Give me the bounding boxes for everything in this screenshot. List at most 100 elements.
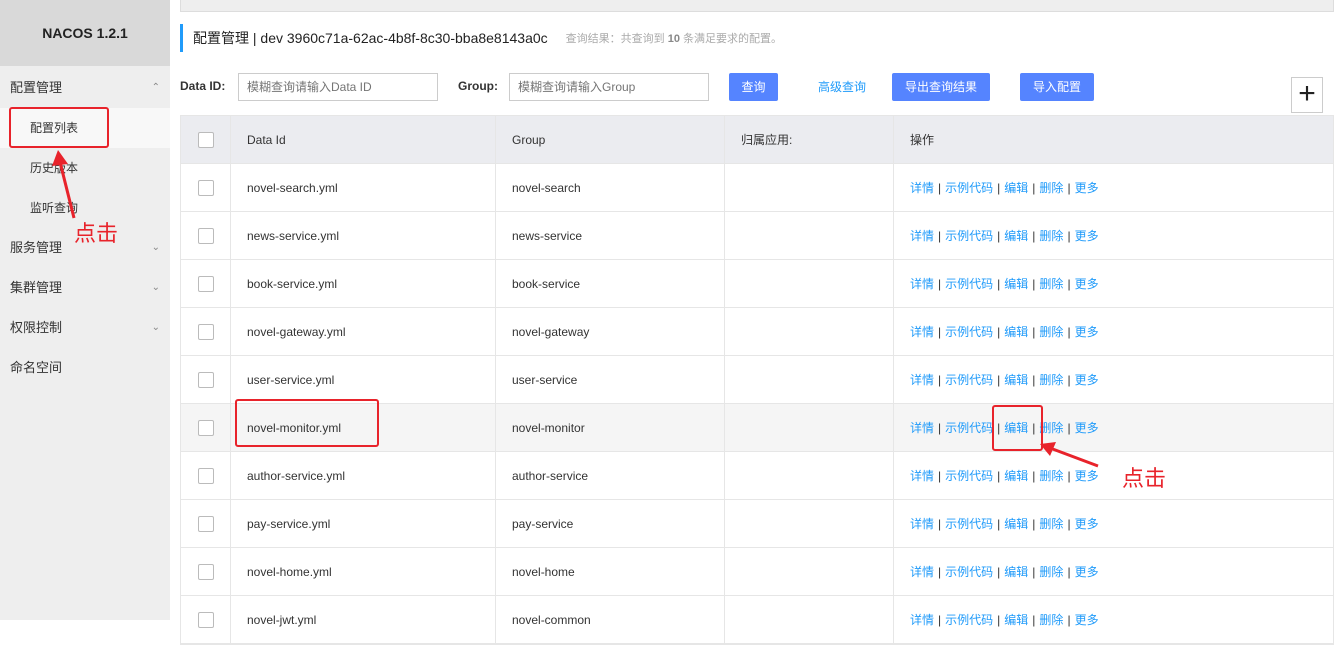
more-link[interactable]: 更多 xyxy=(1075,421,1099,435)
sample-code-link[interactable]: 示例代码 xyxy=(945,325,993,339)
edit-link[interactable]: 编辑 xyxy=(1004,613,1028,627)
sidebar: NACOS 1.2.1 配置管理 ⌃ 配置列表 历史版本 监听查询 服务管理 ⌄… xyxy=(0,0,170,620)
column-header: Data Id xyxy=(231,116,496,164)
sample-code-link[interactable]: 示例代码 xyxy=(945,469,993,483)
row-checkbox[interactable] xyxy=(197,468,214,484)
group-input[interactable] xyxy=(509,73,709,101)
detail-link[interactable]: 详情 xyxy=(910,373,934,387)
sample-code-link[interactable]: 示例代码 xyxy=(945,373,993,387)
app-cell xyxy=(725,548,894,596)
sample-code-link[interactable]: 示例代码 xyxy=(945,229,993,243)
more-link[interactable]: 更多 xyxy=(1075,517,1099,531)
delete-link[interactable]: 删除 xyxy=(1039,469,1063,483)
row-checkbox[interactable] xyxy=(197,372,214,388)
delete-link[interactable]: 删除 xyxy=(1039,565,1063,579)
sample-code-link[interactable]: 示例代码 xyxy=(945,421,993,435)
op-separator: | xyxy=(938,613,942,627)
more-link[interactable]: 更多 xyxy=(1075,325,1099,339)
more-link[interactable]: 更多 xyxy=(1075,565,1099,579)
detail-link[interactable]: 详情 xyxy=(910,421,934,435)
op-separator: | xyxy=(1067,613,1071,627)
op-separator: | xyxy=(1067,229,1071,243)
row-checkbox[interactable] xyxy=(197,516,214,532)
delete-link[interactable]: 删除 xyxy=(1039,373,1063,387)
operations-cell: 详情 | 示例代码 | 编辑 | 删除 | 更多 xyxy=(894,164,1333,212)
edit-link[interactable]: 编辑 xyxy=(1004,517,1028,531)
more-link[interactable]: 更多 xyxy=(1075,613,1099,627)
data-id-cell: news-service.yml xyxy=(231,212,496,260)
dataid-input[interactable] xyxy=(238,73,438,101)
detail-link[interactable]: 详情 xyxy=(910,229,934,243)
delete-link[interactable]: 删除 xyxy=(1039,325,1063,339)
add-config-button[interactable]: + xyxy=(1291,77,1323,113)
delete-link[interactable]: 删除 xyxy=(1039,229,1063,243)
export-button[interactable]: 导出查询结果 xyxy=(892,73,990,101)
more-link[interactable]: 更多 xyxy=(1075,277,1099,291)
op-separator: | xyxy=(938,565,942,579)
delete-link[interactable]: 删除 xyxy=(1039,613,1063,627)
delete-link[interactable]: 删除 xyxy=(1039,277,1063,291)
sample-code-link[interactable]: 示例代码 xyxy=(945,181,993,195)
annotation-click-label: 点击 xyxy=(74,221,119,246)
sample-code-link[interactable]: 示例代码 xyxy=(945,565,993,579)
query-button[interactable]: 查询 xyxy=(729,73,778,101)
advanced-query-link[interactable]: 高级查询 xyxy=(818,73,866,101)
sample-code-link[interactable]: 示例代码 xyxy=(945,517,993,531)
row-checkbox[interactable] xyxy=(197,612,214,628)
detail-link[interactable]: 详情 xyxy=(910,469,934,483)
data-id-cell: novel-jwt.yml xyxy=(231,596,496,644)
app-cell xyxy=(725,164,894,212)
page-title: 配置管理 | dev 3960c71a-62ac-4b8f-8c30-bba8e… xyxy=(193,30,548,46)
select-all-checkbox[interactable] xyxy=(197,132,214,148)
edit-link[interactable]: 编辑 xyxy=(1004,469,1028,483)
sidebar-item-history[interactable]: 历史版本 xyxy=(0,148,170,188)
edit-link[interactable]: 编辑 xyxy=(1004,229,1028,243)
row-select-cell xyxy=(181,596,231,644)
logo: NACOS 1.2.1 xyxy=(0,0,170,66)
chevron-down-icon: ⌄ xyxy=(151,282,160,293)
row-checkbox[interactable] xyxy=(197,228,214,244)
edit-link[interactable]: 编辑 xyxy=(1004,565,1028,579)
more-link[interactable]: 更多 xyxy=(1075,229,1099,243)
row-checkbox[interactable] xyxy=(197,180,214,196)
chevron-down-icon: ⌄ xyxy=(151,242,160,253)
edit-link[interactable]: 编辑 xyxy=(1004,277,1028,291)
row-checkbox[interactable] xyxy=(197,324,214,340)
detail-link[interactable]: 详情 xyxy=(910,325,934,339)
edit-link[interactable]: 编辑 xyxy=(1004,181,1028,195)
detail-link[interactable]: 详情 xyxy=(910,613,934,627)
row-checkbox[interactable] xyxy=(197,564,214,580)
row-select-cell xyxy=(181,500,231,548)
row-checkbox[interactable] xyxy=(197,276,214,292)
more-link[interactable]: 更多 xyxy=(1075,181,1099,195)
delete-link[interactable]: 删除 xyxy=(1039,517,1063,531)
more-link[interactable]: 更多 xyxy=(1075,469,1099,483)
menu-group-auth[interactable]: 权限控制 ⌄ xyxy=(0,308,170,348)
row-select-cell xyxy=(181,260,231,308)
detail-link[interactable]: 详情 xyxy=(910,565,934,579)
more-link[interactable]: 更多 xyxy=(1075,373,1099,387)
operations-cell: 详情 | 示例代码 | 编辑 | 删除 | 更多 xyxy=(894,452,1333,500)
op-separator: | xyxy=(1032,517,1036,531)
table-row: novel-search.yml novel-search 详情 | 示例代码 | 编辑 | 删… xyxy=(181,164,1333,212)
detail-link[interactable]: 详情 xyxy=(910,277,934,291)
detail-link[interactable]: 详情 xyxy=(910,517,934,531)
menu-group-cluster[interactable]: 集群管理 ⌄ xyxy=(0,268,170,308)
detail-link[interactable]: 详情 xyxy=(910,181,934,195)
delete-link[interactable]: 删除 xyxy=(1039,181,1063,195)
sample-code-link[interactable]: 示例代码 xyxy=(945,277,993,291)
menu-group-namespace[interactable]: 命名空间 xyxy=(0,348,170,388)
row-checkbox[interactable] xyxy=(197,420,214,436)
edit-link[interactable]: 编辑 xyxy=(1004,373,1028,387)
edit-link[interactable]: 编辑 xyxy=(1004,325,1028,339)
row-select-cell xyxy=(181,164,231,212)
top-bar xyxy=(180,0,1334,12)
sample-code-link[interactable]: 示例代码 xyxy=(945,613,993,627)
import-button[interactable]: 导入配置 xyxy=(1020,73,1094,101)
menu-group-config[interactable]: 配置管理 ⌃ xyxy=(0,68,170,108)
table-header: Data Id Group 归属应用: 操作 xyxy=(181,116,1333,164)
result-prefix: 查询结果：共查询到 xyxy=(565,33,665,45)
op-separator: | xyxy=(938,229,942,243)
menu-group-label: 权限控制 xyxy=(10,320,63,335)
delete-link[interactable]: 删除 xyxy=(1039,421,1063,435)
